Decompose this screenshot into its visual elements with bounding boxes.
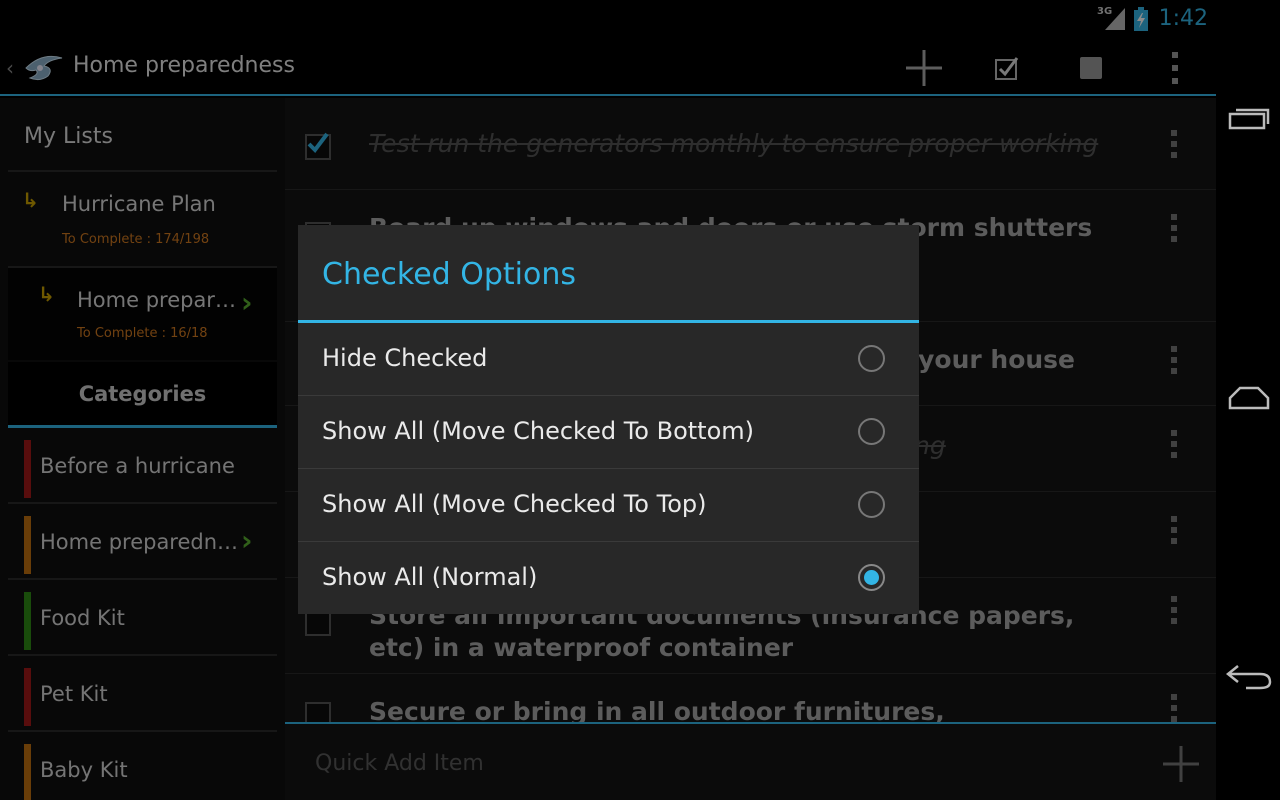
option-label: Show All (Move Checked To Bottom) bbox=[322, 417, 755, 445]
option-label: Show All (Move Checked To Top) bbox=[322, 490, 707, 518]
checked-options-dialog: Checked Options Hide Checked Show All (M… bbox=[298, 225, 919, 614]
system-nav-bar bbox=[1216, 0, 1280, 800]
recent-apps-icon[interactable] bbox=[1224, 100, 1274, 140]
option-show-all-bottom[interactable]: Show All (Move Checked To Bottom) bbox=[298, 396, 919, 469]
option-show-all-top[interactable]: Show All (Move Checked To Top) bbox=[298, 469, 919, 542]
radio-button-selected[interactable] bbox=[858, 564, 885, 591]
option-show-all-normal[interactable]: Show All (Normal) bbox=[298, 542, 919, 615]
radio-button[interactable] bbox=[858, 345, 885, 372]
home-icon[interactable] bbox=[1224, 378, 1274, 418]
radio-button[interactable] bbox=[858, 418, 885, 445]
options-list: Hide Checked Show All (Move Checked To B… bbox=[298, 323, 919, 614]
back-icon[interactable] bbox=[1224, 656, 1274, 696]
option-label: Show All (Normal) bbox=[322, 563, 538, 591]
radio-button[interactable] bbox=[858, 491, 885, 518]
dialog-title: Checked Options bbox=[322, 257, 577, 292]
option-hide-checked[interactable]: Hide Checked bbox=[298, 323, 919, 396]
option-label: Hide Checked bbox=[322, 344, 488, 372]
